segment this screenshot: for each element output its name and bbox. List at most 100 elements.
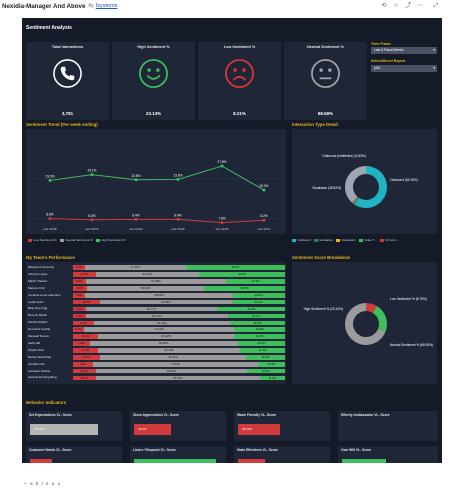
more-icon[interactable]: ⋯ [416,2,424,10]
data-label-low: 8.6% [46,213,53,217]
bar-segment-low: 6.1% [73,306,86,312]
phone-icon [53,59,82,88]
behavior-bar: 95.8% [134,459,217,463]
bar-segment-neutral: 68.14% [100,355,247,360]
bar-segment-low: 11.1% [73,368,96,374]
data-point-low [176,217,180,221]
refresh-icon[interactable]: ⟲ [380,2,388,10]
bar-segment-neutral: 62.77% [85,306,218,312]
legend-swatch [313,238,318,242]
team-row[interactable]: Martin Thizard 6.0% 67.08% 27.9% [28,279,292,284]
bar-segment-low: 5.7% [73,265,86,270]
bar-segment-high: 18.6% [246,368,285,374]
fullscreen-icon[interactable]: ⤢ [432,2,440,10]
bar-segment-neutral: 66.79% [98,348,240,353]
bar-segment-neutral: 64.14% [93,320,230,326]
behavior-label: Set Expectations VL- Score [29,413,72,417]
data-label-high: 25.1% [87,169,96,173]
slice-label: Escalation (38.52%) [312,186,341,190]
team-member-name: Jennifer Kail [28,361,45,366]
behavior-tile[interactable]: Customer Needs VL- Score 25.3% [26,446,122,463]
page-title: Nexidia-Manager And Above [2,2,86,10]
team-rows: Behaviors Kennedy 5.7% 47.41% 46.9% Johnnie … [26,265,286,383]
team-member-name: Leslie Dunn [28,299,44,304]
legend-swatch-neutral [59,238,64,242]
team-row[interactable]: Leslie Dunn 12.2% 60.63% 24.1% [28,300,292,305]
legend-label: Escalation [319,238,334,242]
team-row[interactable]: Johnnie Lopez 11.2% 51.22% 42.5% [28,272,292,277]
team-row[interactable]: Bear Hoy Figg 6.1% 62.77% 32.2% [28,306,292,312]
team-row[interactable]: Dominick Cecilia 5.1% 71.01% 23.9% [28,327,292,333]
x-tick-label: w/e 11/05 [216,227,229,231]
behavior-bar: 42.9% [134,424,171,435]
bar-segment-low: 10.9% [73,375,96,381]
behavior-tile[interactable]: Effortly Ambassador VL- Score [338,411,438,441]
share-icon[interactable]: ⤴ [404,2,412,10]
team-member-name: Aleth Hill [28,340,40,345]
team-row[interactable]: Marcus Ortiz 6.8% 55.62% 38.6% [28,286,292,291]
team-row[interactable]: Keisha Pollard 9.7% 64.14% 25.9% [28,320,292,326]
behavior-tile[interactable]: Warm Friendly VL- Score 48.33% [234,411,330,441]
bar-segment-high: 24.1% [232,299,285,305]
data-label-low: 8.4% [174,213,181,217]
team-row[interactable]: Beverly Martin 6.2% 66.72% 27.1% [28,313,292,319]
team-member-name: Martin Thizard [28,278,48,283]
star-icon[interactable]: ☆ [392,2,400,10]
by-label: by [88,3,94,9]
legend-swatch-high [95,238,100,242]
behavior-bar: 48.33% [238,424,280,435]
bar-segment-high: 32.2% [217,306,285,312]
legend-swatch [379,238,384,242]
behavior-label: Own Will VL- Score [341,448,372,452]
team-row[interactable]: Carolina Lover-Hampton 5.8% 68.86% 24.4% [28,293,292,298]
legend-swatch [358,238,363,242]
team-row[interactable]: Phyllis Price 11.9% 66.79% 21.3% [28,348,292,353]
behavior-tile[interactable]: Show Appreciation VL- Score 42.9% [130,411,226,441]
select-report-label: Select/Direct Report [371,59,406,63]
dashboard: Sentiment Analysis Total Interactions 3,… [22,18,442,463]
dashboard-title: Sentiment Analysis [26,25,72,31]
team-row[interactable]: Jennifer Kail 9.5% 77.62% 12.9% [28,362,292,367]
data-point-high [48,178,52,182]
tableau-logo: + a b l e a u [24,480,62,486]
behavior-title: Behavior Indicators [26,400,67,405]
kpi-label: Neutral Sentiment % [307,45,344,49]
team-row[interactable]: Behaviors Kennedy 5.7% 47.41% 46.9% [28,265,292,270]
bar-segment-low: 6.0% [73,279,86,284]
team-row[interactable]: Randy Rosenthal 12.7% 68.14% 18.1% [28,355,292,360]
bar-segment-high: 23.9% [234,327,285,333]
team-member-name: Marcus Ortiz [28,285,46,290]
chevron-down-icon: ▾ [433,66,435,70]
kpi-value: 3,781 [61,111,74,116]
team-member-name: Maxwell Tovera [28,334,49,338]
bar-segment-high: 27.1% [227,313,285,319]
time-frame-select[interactable]: Last 6 Fiscal Weeks ▾ [371,47,437,54]
behavior-tile[interactable]: State Effectives VL- Score 31.5% [234,446,330,463]
team-member-name: Carolina Lover-Hampton [28,292,61,297]
bar-segment-neutral: 69.82% [89,341,238,346]
bar-segment-neutral: 65.12% [98,334,235,339]
behavior-tile[interactable]: Own Will VL- Score 51.3% [338,446,438,463]
trend-chart: 23.3% 25.1% 23.5% 23.6% 27.8% 20.3% 8.6% 8.3% 8.… [32,158,280,231]
team-member-name: Lashawn Dobbie [28,368,51,373]
team-member-name: Phyllis Price [28,347,45,352]
bar-segment-high: 12.9% [257,361,285,367]
team-row[interactable]: Jessica Fleming Berg 10.9% 78.16% 11.9% [28,375,292,381]
kpi-high-sentiment: High Sentiment % 23.14% [112,42,195,120]
team-row[interactable]: Maxwell Tovera 12.2% 65.12% 24.3% [28,334,292,339]
behavior-bar: 25.3% [30,459,52,463]
slice-label: Neutral Sentiment % (68.90%) [390,343,433,347]
select-report-select[interactable]: (All) ▾ [371,65,437,72]
slice-label: Low Sentiment % (8.76%) [390,297,427,301]
bar-segment-low: 11.2% [73,272,96,277]
data-point-low [90,218,94,222]
x-tick-label: w/e 10/22 [129,227,142,231]
kpi-total-interactions: Total Interactions 3,781 [26,42,109,120]
data-point-high [262,188,266,192]
team-row[interactable]: Aleth Hill 7.8% 69.82% 22.3% [28,341,292,346]
behavior-tile[interactable]: Set Expectations VL- Score 79.63% [26,411,122,441]
author-link[interactable]: Isystems [96,3,118,9]
behavior-tile[interactable]: Listen / Respond VL- Score 95.8% [130,446,226,463]
score-donut: Low Sentiment % (8.76%) High Sentiment % … [304,297,433,347]
team-row[interactable]: Lashawn Dobbie 11.1% 72.89% 18.6% [28,369,292,374]
